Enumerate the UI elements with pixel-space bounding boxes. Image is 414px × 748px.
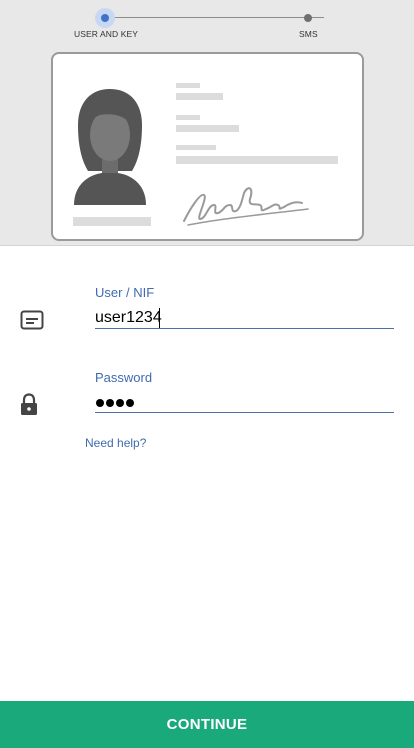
password-dot [116,399,124,407]
step-user-and-key-label: USER AND KEY [74,29,139,39]
step-sms-dot [304,14,312,22]
user-input[interactable] [95,307,394,329]
password-field-label: Password [95,370,153,385]
password-mask [96,399,134,407]
step-sms-label: SMS [299,29,318,39]
user-field-label: User / NIF [95,285,155,300]
id-card-icon [20,310,44,330]
password-input[interactable] [95,393,394,413]
avatar-icon [74,89,146,205]
card-line-3 [176,115,200,120]
card-line-2 [176,93,223,100]
need-help-link[interactable]: Need help? [85,436,146,450]
signature-icon [183,187,309,226]
card-line-6 [176,156,338,164]
password-dot [106,399,114,407]
card-line-5 [176,145,216,150]
password-dot [126,399,134,407]
card-line-1 [176,83,200,88]
continue-button[interactable]: CONTINUE [0,701,414,748]
card-name-line [73,217,151,226]
lock-icon [21,393,37,415]
step-user-and-key-dot [101,14,109,22]
text-caret [159,308,160,328]
stepper-line [96,17,324,18]
id-card-illustration [51,52,364,241]
card-line-4 [176,125,239,132]
header-illustration-area: USER AND KEY SMS [0,0,414,246]
password-dot [96,399,104,407]
